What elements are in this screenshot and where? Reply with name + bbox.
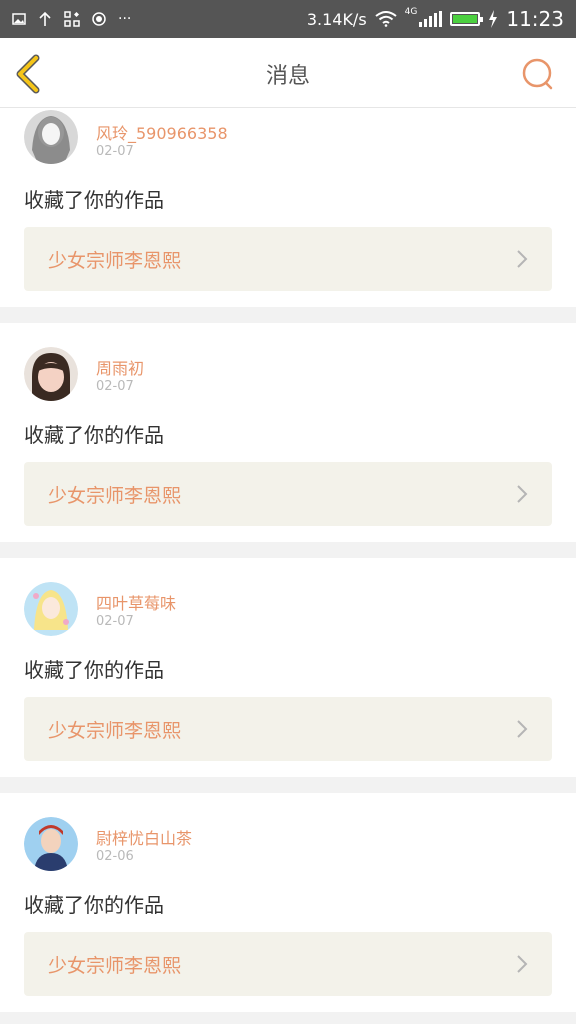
avatar[interactable] [24, 110, 78, 164]
battery-level [453, 15, 478, 23]
username[interactable]: 风玲_590966358 [96, 120, 228, 144]
net-speed: 3.14K/s [306, 9, 367, 29]
message-card: 周雨初 02-07 收藏了你的作品 少女宗师李恩熙 [0, 323, 576, 542]
status-bar-left: ··· [12, 11, 131, 27]
message-action: 收藏了你的作品 [24, 658, 164, 682]
username[interactable]: 尉梓忧白山茶 [96, 825, 192, 849]
chevron-right-icon [517, 955, 528, 973]
work-title: 少女宗师李恩熙 [48, 954, 182, 977]
work-title: 少女宗师李恩熙 [48, 719, 182, 742]
nav-bar: 消息 [0, 38, 576, 108]
page-title: 消息 [265, 64, 310, 89]
clock: 11:23 [506, 7, 564, 31]
work-link[interactable]: 少女宗师李恩熙 [24, 227, 552, 291]
chevron-right-icon [517, 250, 528, 268]
message-date: 02-07 [96, 379, 134, 394]
signal-icon [419, 11, 443, 27]
avatar[interactable] [24, 817, 78, 871]
network-type: 4G [404, 7, 418, 17]
work-title: 少女宗师李恩熙 [48, 249, 182, 272]
message-header: 四叶草莓味 02-07 [24, 558, 552, 642]
message-header: 周雨初 02-07 [24, 323, 552, 407]
work-title: 少女宗师李恩熙 [48, 484, 182, 507]
apps-icon [64, 11, 80, 27]
image-icon [12, 13, 26, 25]
status-bar-right: 3.14K/s 4G 11:23 [307, 7, 564, 31]
chevron-right-icon [517, 720, 528, 738]
message-list: 风玲_590966358 02-07 收藏了你的作品 少女宗师李恩熙 周雨初 0… [0, 108, 576, 1012]
message-header: 风玲_590966358 02-07 [24, 108, 552, 172]
chevron-right-icon [517, 485, 528, 503]
work-link[interactable]: 少女宗师李恩熙 [24, 932, 552, 996]
wifi-icon [375, 11, 397, 27]
work-link[interactable]: 少女宗师李恩熙 [24, 462, 552, 526]
upload-icon [39, 11, 51, 26]
avatar[interactable] [24, 347, 78, 401]
message-action: 收藏了你的作品 [24, 893, 164, 917]
username[interactable]: 四叶草莓味 [96, 590, 176, 614]
battery-icon [450, 12, 484, 26]
avatar[interactable] [24, 582, 78, 636]
message-action: 收藏了你的作品 [24, 188, 164, 212]
message-date: 02-06 [96, 849, 134, 864]
work-link[interactable]: 少女宗师李恩熙 [24, 697, 552, 761]
message-card: 风玲_590966358 02-07 收藏了你的作品 少女宗师李恩熙 [0, 108, 576, 307]
username[interactable]: 周雨初 [96, 355, 144, 379]
more-icon: ··· [118, 11, 132, 27]
record-icon [92, 12, 106, 26]
message-action: 收藏了你的作品 [24, 423, 164, 447]
message-date: 02-07 [96, 144, 134, 159]
message-date: 02-07 [96, 614, 134, 629]
charging-icon [489, 10, 498, 28]
search-button[interactable] [520, 56, 556, 92]
message-header: 尉梓忧白山茶 02-06 [24, 793, 552, 877]
message-card: 尉梓忧白山茶 02-06 收藏了你的作品 少女宗师李恩熙 [0, 793, 576, 1012]
status-bar: ··· 3.14K/s 4G 11:23 [0, 0, 576, 38]
message-card: 四叶草莓味 02-07 收藏了你的作品 少女宗师李恩熙 [0, 558, 576, 777]
